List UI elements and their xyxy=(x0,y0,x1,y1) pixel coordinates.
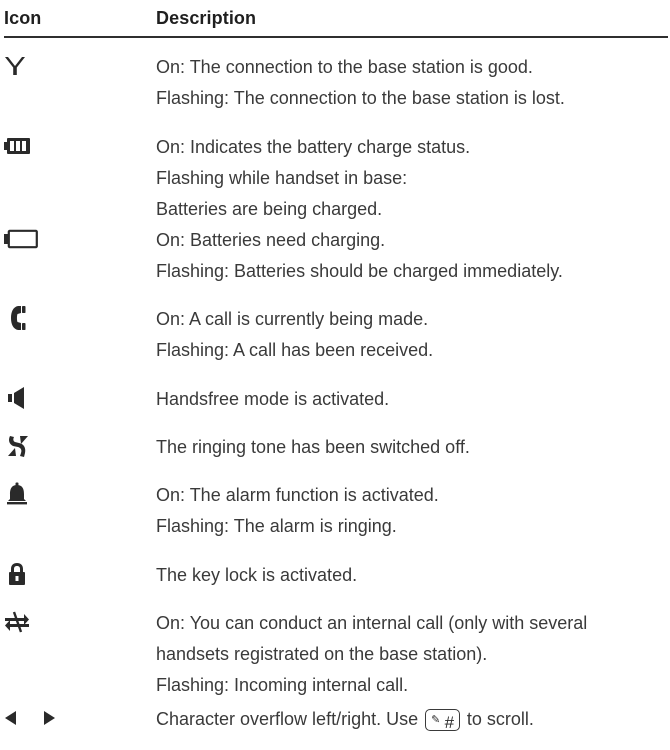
bell-icon xyxy=(4,480,46,508)
hash-key-label: # xyxy=(444,713,454,732)
pen-icon: ✎ xyxy=(431,714,441,726)
header-icon-column: Icon xyxy=(4,8,42,28)
description-line: On: The alarm function is activated. xyxy=(156,485,439,505)
description-line: Handsfree mode is activated. xyxy=(156,389,390,409)
description-text: to scroll. xyxy=(466,709,534,729)
row-description: On: The alarm function is activated. Fla… xyxy=(156,480,666,542)
row-description: On: A call is currently being made. Flas… xyxy=(156,304,666,366)
description-line: Character overflow left/right. Use ✎ # to… xyxy=(156,704,666,735)
description-line: Flashing: The connection to the base sta… xyxy=(156,88,565,108)
table-header: Icon Description xyxy=(4,6,668,38)
description-line: Flashing while handset in base: xyxy=(156,168,408,188)
description-line: On: You can conduct an internal call (on… xyxy=(156,613,588,633)
description-line: On: Indicates the battery charge status. xyxy=(156,137,471,157)
row-description: On: Batteries need charging. Flashing: B… xyxy=(156,225,666,287)
row-description: The ringing tone has been switched off. xyxy=(156,432,666,463)
row-description: Handsfree mode is activated. xyxy=(156,384,666,415)
row-description: On: The connection to the base station i… xyxy=(156,52,666,114)
battery-empty-icon xyxy=(4,225,44,253)
description-line: On: The connection to the base station i… xyxy=(156,57,533,77)
description-line: Flashing: A call has been received. xyxy=(156,340,434,360)
description-line: Flashing: Incoming internal call. xyxy=(156,675,409,695)
row-description: On: Indicates the battery charge status.… xyxy=(156,132,666,225)
arrow-left-right-icon xyxy=(4,704,64,732)
lock-icon xyxy=(4,560,48,588)
handset-icon xyxy=(4,304,50,332)
row-description: On: You can conduct an internal call (on… xyxy=(156,608,666,701)
description-line: On: Batteries need charging. xyxy=(156,230,386,250)
description-line: Batteries are being charged. xyxy=(156,199,383,219)
hash-key: ✎ # xyxy=(425,709,460,732)
battery-full-icon xyxy=(4,132,44,160)
description-line: The key lock is activated. xyxy=(156,565,358,585)
description-line: Flashing: The alarm is ringing. xyxy=(156,516,397,536)
description-line: On: A call is currently being made. xyxy=(156,309,429,329)
description-line: handsets registrated on the base station… xyxy=(156,644,488,664)
row-description: Character overflow left/right. Use ✎ # to… xyxy=(156,704,666,735)
row-description: The key lock is activated. xyxy=(156,560,666,591)
internal-call-icon xyxy=(4,608,44,636)
description-line: The ringing tone has been switched off. xyxy=(156,437,470,457)
description-text: Character overflow left/right. Use xyxy=(156,709,419,729)
description-line: Flashing: Batteries should be charged im… xyxy=(156,261,563,281)
icon-table: Icon Description On: The connection to t… xyxy=(0,0,670,750)
ringer-off-icon xyxy=(4,432,47,460)
header-description-column: Description xyxy=(156,8,257,28)
antenna-icon xyxy=(4,52,44,80)
speaker-icon xyxy=(4,384,48,412)
